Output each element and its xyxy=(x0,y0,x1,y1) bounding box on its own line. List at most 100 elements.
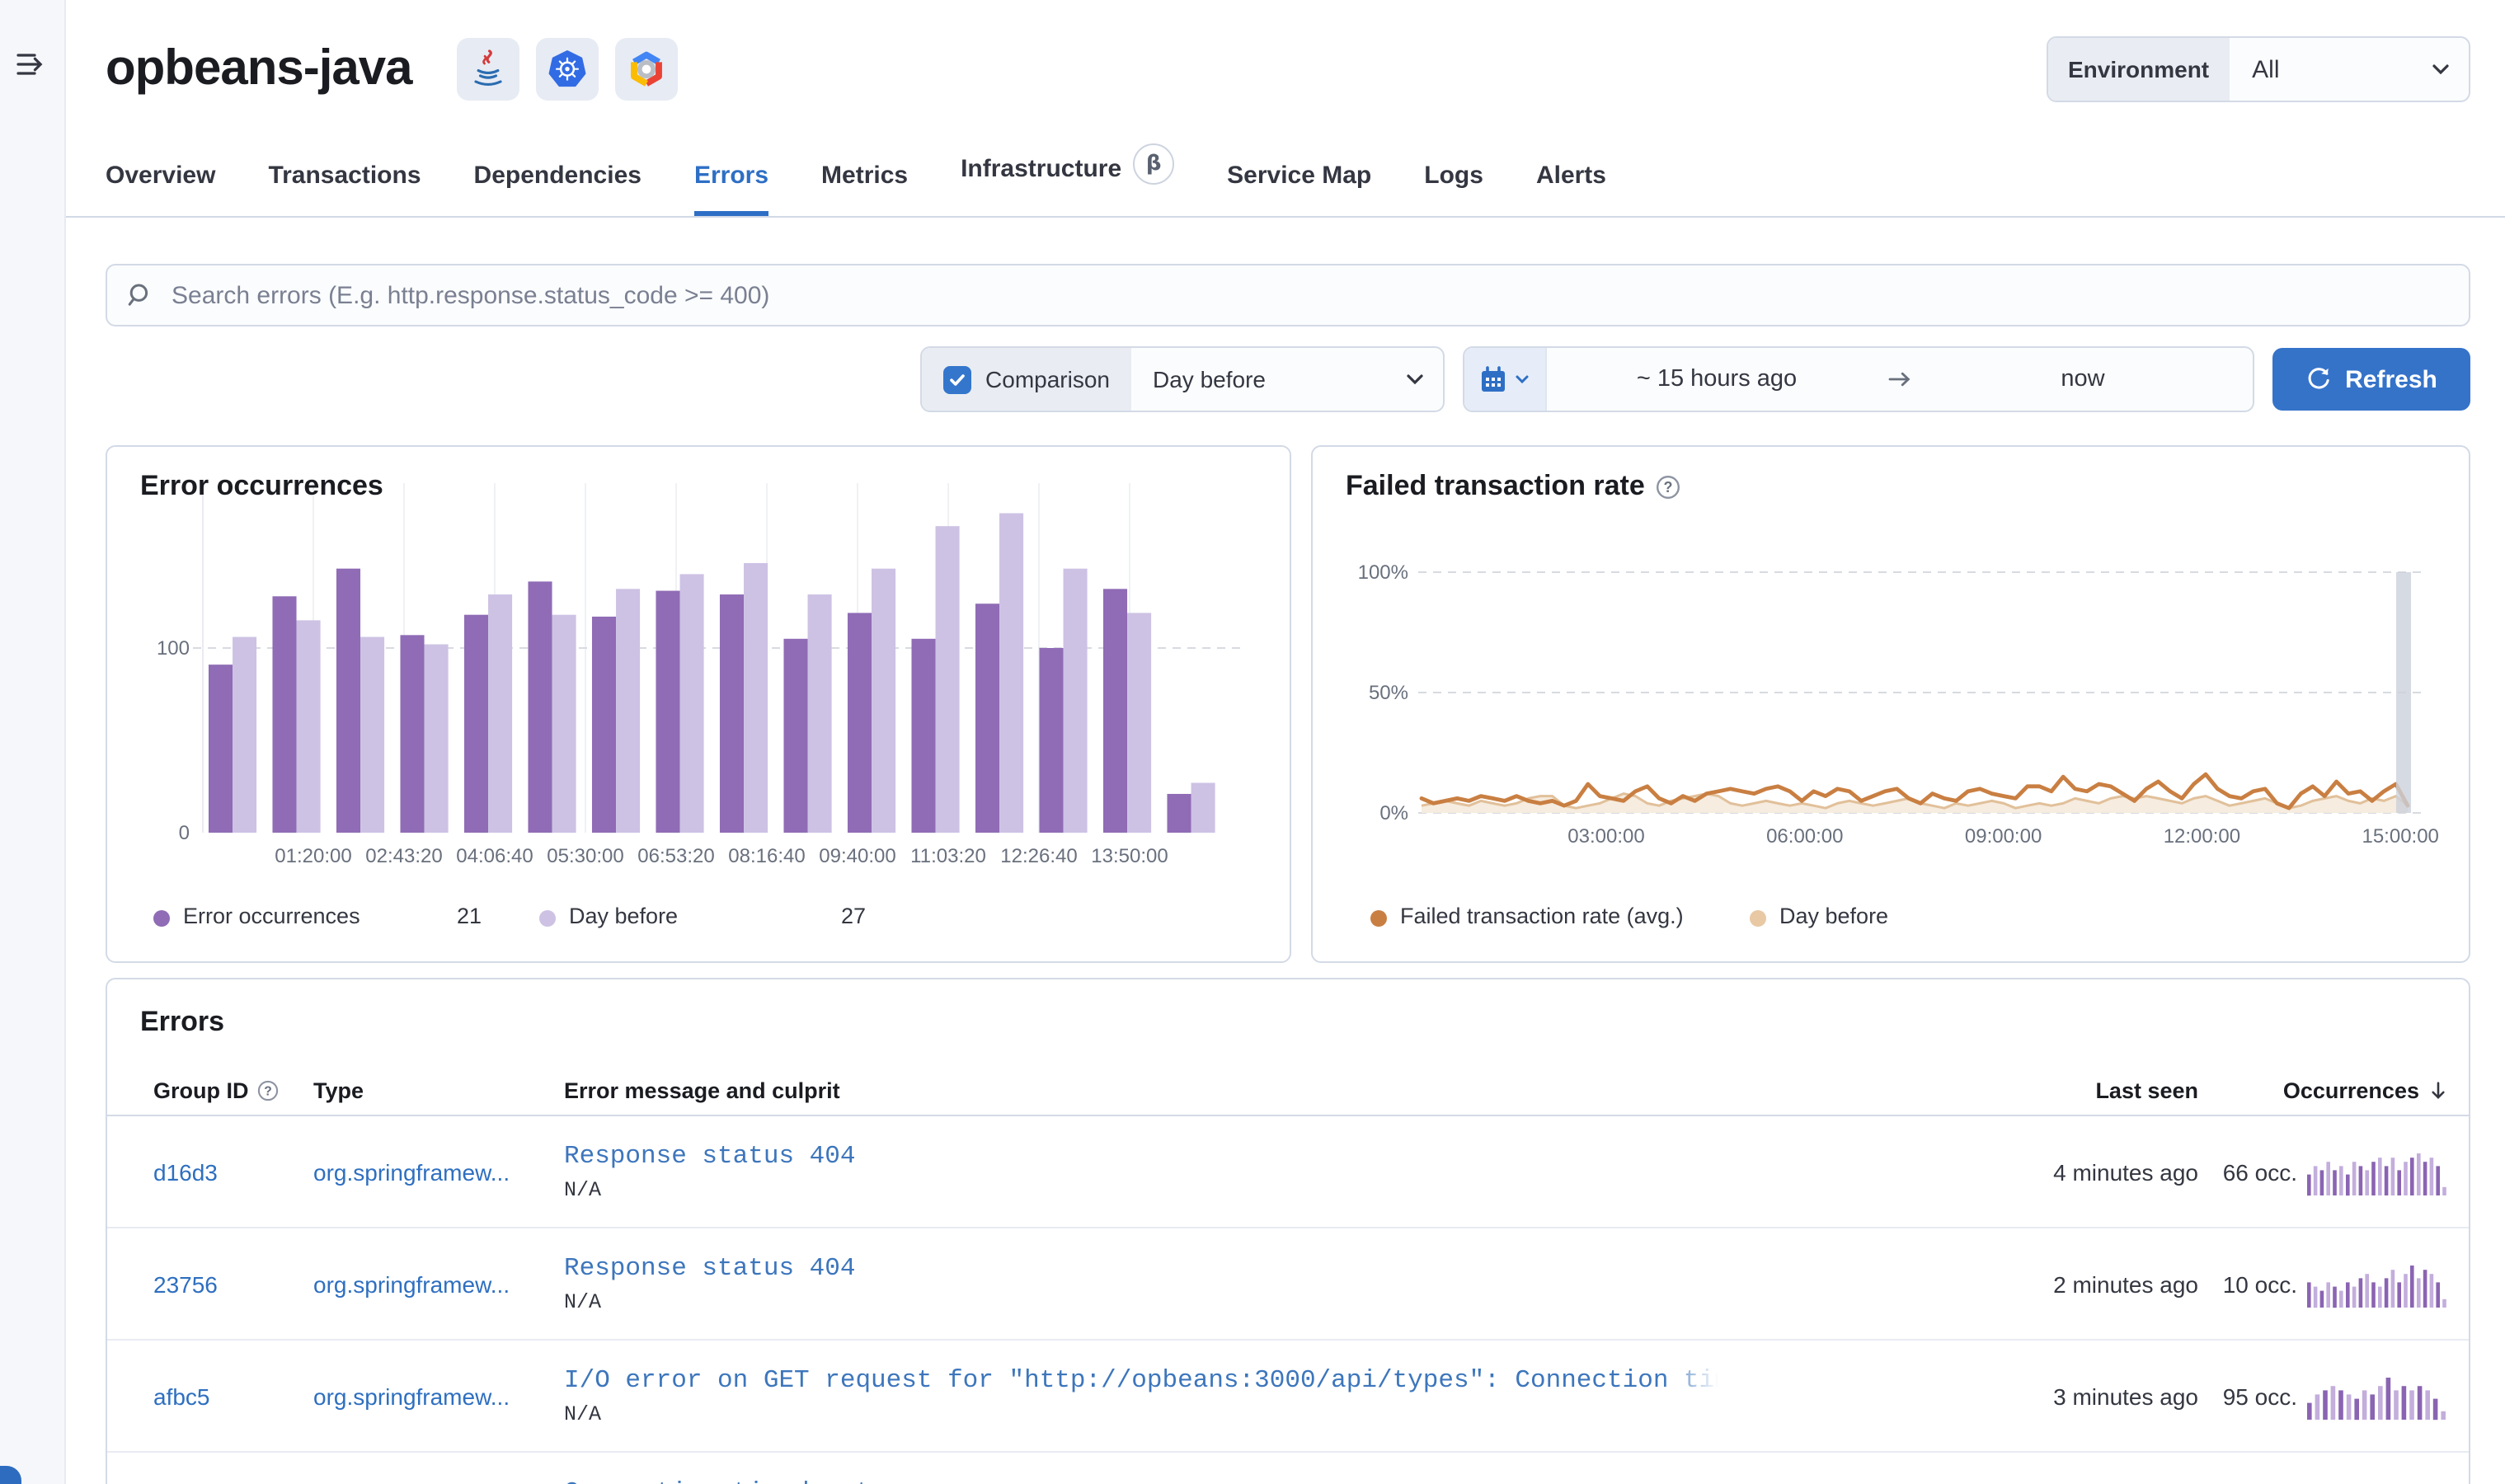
tab-logs[interactable]: Logs xyxy=(1424,162,1483,216)
refresh-icon xyxy=(2308,368,2329,389)
svg-text:12:00:00: 12:00:00 xyxy=(2164,825,2240,848)
tab-service-map[interactable]: Service Map xyxy=(1227,162,1371,216)
group-id-link[interactable]: afbc5 xyxy=(153,1383,313,1409)
error-occurrences-chart[interactable]: 0 100 01:20:00 02:43:20 04:06:40 05:30:00 06:5… xyxy=(107,447,1293,885)
refresh-button[interactable]: Refresh xyxy=(2272,348,2470,411)
legend-item[interactable]: Day before xyxy=(1779,904,1888,928)
comparison-checkbox[interactable] xyxy=(942,365,971,393)
svg-text:04:06:40: 04:06:40 xyxy=(456,845,533,867)
svg-text:0: 0 xyxy=(179,822,190,844)
svg-text:01:20:00: 01:20:00 xyxy=(275,845,351,867)
legend-dot xyxy=(1370,907,1387,932)
col-type: Type xyxy=(313,1078,364,1102)
kubernetes-icon xyxy=(535,38,599,101)
col-occurrences[interactable]: Occurrences xyxy=(2198,1078,2449,1102)
failed-rate-legend: Failed transaction rate (avg.) Day befor… xyxy=(1313,895,2469,938)
svg-text:50%: 50% xyxy=(1369,682,1408,704)
error-culprit: N/A xyxy=(564,1179,602,1202)
failed-rate-title: Failed transaction rate xyxy=(1346,470,1645,501)
tab-errors[interactable]: Errors xyxy=(693,162,769,216)
charts-row: Error occurrences 0 100 01:20:00 02:43:20 04… xyxy=(106,445,2470,963)
calendar-icon xyxy=(1482,365,1505,391)
error-occurrences-legend: Error occurrences 21 Day before 27 xyxy=(107,895,1290,938)
environment-value[interactable]: All xyxy=(2229,38,2469,101)
tab-dependencies[interactable]: Dependencies xyxy=(474,162,642,216)
legend-item[interactable]: Error occurrences xyxy=(183,904,360,928)
errors-table-header: Group ID ? Type Error message and culpri… xyxy=(107,1065,2469,1116)
error-message-link[interactable]: Connection timed out xyxy=(564,1477,1718,1484)
occurrences-cell: 95 occ. xyxy=(2198,1371,2449,1421)
legend-dot xyxy=(153,907,170,932)
table-row: 23756 org.springframew... Response statu… xyxy=(107,1228,2469,1341)
occurrences-sparkline xyxy=(2307,1153,2446,1195)
tab-alerts[interactable]: Alerts xyxy=(1536,162,1606,216)
svg-text:100%: 100% xyxy=(1358,561,1408,584)
svg-text:08:16:40: 08:16:40 xyxy=(728,845,805,867)
expand-menu-icon xyxy=(16,54,43,75)
last-seen-value: 2 minutes ago xyxy=(2053,1270,2198,1297)
errors-table-title: Errors xyxy=(140,1006,225,1037)
svg-text:0%: 0% xyxy=(1379,802,1408,824)
comparison-label: Comparison xyxy=(985,366,1110,392)
last-seen-value: 3 minutes ago xyxy=(2053,1383,2198,1409)
environment-label: Environment xyxy=(2048,38,2230,101)
svg-text:11:03:20: 11:03:20 xyxy=(910,845,986,867)
svg-text:13:50:00: 13:50:00 xyxy=(1091,845,1168,867)
legend-dot xyxy=(539,907,556,932)
failed-rate-chart[interactable]: 0% 50% 100% 03:00:00 06:00:00 09:00:00 12:00:0… xyxy=(1313,447,2472,885)
col-group-id: Group ID ? xyxy=(153,1078,313,1102)
tab-transactions[interactable]: Transactions xyxy=(268,162,421,216)
comparison-toggle[interactable]: Comparison xyxy=(921,348,1131,411)
tab-overview[interactable]: Overview xyxy=(106,162,215,216)
error-message-link[interactable]: Response status 404 xyxy=(564,1141,1718,1171)
svg-text:03:00:00: 03:00:00 xyxy=(1567,825,1644,848)
tab-infrastructure[interactable]: Infrastructure β xyxy=(961,143,1175,216)
date-picker: ~ 15 hours ago now xyxy=(1463,346,2254,412)
help-icon[interactable]: ? xyxy=(1657,474,1681,499)
type-link[interactable]: org.springframew... xyxy=(313,1383,564,1409)
group-id-link[interactable]: d16d3 xyxy=(153,1158,313,1185)
tab-metrics[interactable]: Metrics xyxy=(821,162,908,216)
svg-text:05:30:00: 05:30:00 xyxy=(547,845,623,867)
time-range-end[interactable]: now xyxy=(1913,348,2253,411)
errors-table: Group ID ? Type Error message and culpri… xyxy=(107,1065,2469,1484)
search-icon xyxy=(128,284,148,306)
search-input[interactable] xyxy=(168,279,2449,311)
help-icon[interactable]: ? xyxy=(257,1079,279,1101)
svg-text:09:40:00: 09:40:00 xyxy=(819,845,895,867)
type-link[interactable]: org.springframew... xyxy=(313,1270,564,1297)
svg-text:09:00:00: 09:00:00 xyxy=(1965,825,2042,848)
service-header: opbeans-java Environment All xyxy=(106,33,2470,106)
error-message-link[interactable]: I/O error on GET request for "http://opb… xyxy=(564,1365,1718,1395)
expand-menu-button[interactable] xyxy=(13,46,49,82)
error-culprit: N/A xyxy=(564,1291,602,1314)
time-controls: Comparison Day before ~ 15 hours ago now… xyxy=(106,346,2470,412)
environment-select[interactable]: Environment All xyxy=(2047,36,2470,102)
legend-item[interactable]: Failed transaction rate (avg.) xyxy=(1400,904,1684,928)
table-row: b2d86 java.net.ConnectE... Connection ti… xyxy=(107,1453,2469,1484)
type-link[interactable]: org.springframew... xyxy=(313,1158,564,1185)
time-range-start[interactable]: ~ 15 hours ago xyxy=(1547,348,1887,411)
svg-text:02:43:20: 02:43:20 xyxy=(365,845,442,867)
java-icon xyxy=(456,38,519,101)
legend-dot xyxy=(1750,907,1766,932)
occurrences-sparkline xyxy=(2307,1265,2446,1308)
sort-desc-icon xyxy=(2432,1081,2445,1099)
comparison-control: Comparison Day before xyxy=(919,346,1445,412)
legend-value: 21 xyxy=(457,904,482,928)
last-seen-value: 4 minutes ago xyxy=(2053,1158,2198,1185)
svg-text:15:00:00: 15:00:00 xyxy=(2362,825,2438,848)
group-id-link[interactable]: 23756 xyxy=(153,1270,313,1297)
legend-value: 27 xyxy=(841,904,867,928)
comparison-select[interactable]: Day before xyxy=(1131,348,1443,411)
failed-transaction-rate-panel: Failed transaction rate ? 0% 50% 100% 03:00… xyxy=(1311,445,2470,963)
error-message-link[interactable]: Response status 404 xyxy=(564,1253,1718,1283)
table-row: d16d3 org.springframew... Response statu… xyxy=(107,1116,2469,1228)
legend-item[interactable]: Day before xyxy=(569,904,678,928)
quick-select-button[interactable] xyxy=(1464,348,1547,411)
error-message-cell: I/O error on GET request for "http://opb… xyxy=(564,1365,1718,1426)
errors-table-panel: Errors Group ID ? Type Error message and… xyxy=(106,978,2470,1484)
svg-text:?: ? xyxy=(1664,478,1673,495)
error-search-bar[interactable] xyxy=(106,264,2470,326)
chevron-down-icon xyxy=(1407,374,1423,385)
